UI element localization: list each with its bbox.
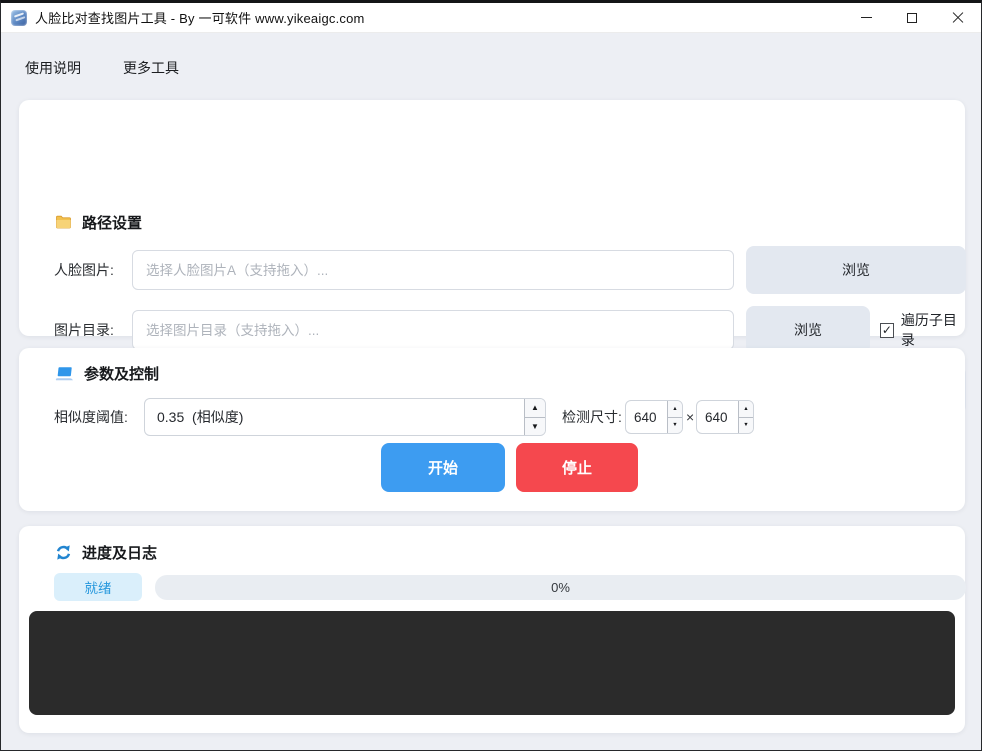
app-window: 人脸比对查找图片工具 - By 一可软件 www.yikeaigc.com 使用… (0, 0, 982, 751)
path-settings-card: 路径设置 人脸图片: 浏览 图片目录: 浏览 ✓ 遍历子目录 保存目录: 浏览 (19, 100, 965, 336)
minimize-icon (861, 17, 872, 18)
detect-width-input[interactable] (626, 401, 667, 433)
menu-item-more-tools[interactable]: 更多工具 (117, 56, 185, 80)
close-button[interactable] (935, 3, 981, 32)
similarity-threshold-label: 相似度阈值: (54, 398, 128, 436)
status-badge: 就绪 (54, 573, 142, 601)
detect-height-spin-buttons: ▲ ▼ (738, 401, 753, 433)
similarity-input[interactable] (145, 399, 524, 435)
params-control-card: 参数及控制 相似度阈值: ▲ ▼ 检测尺寸: ▲ ▼ × ▲ ▼ (19, 348, 965, 511)
progress-header: 进度及日志 (55, 542, 157, 563)
title-bar: 人脸比对查找图片工具 - By 一可软件 www.yikeaigc.com (1, 3, 981, 33)
face-image-label: 人脸图片: (54, 250, 114, 290)
progress-title: 进度及日志 (82, 542, 157, 563)
browse-face-image-button[interactable]: 浏览 (746, 246, 966, 294)
detect-width-spin-buttons: ▲ ▼ (667, 401, 682, 433)
detect-width-spinbox: ▲ ▼ (625, 400, 683, 434)
similarity-spinbox: ▲ ▼ (144, 398, 546, 436)
similarity-spin-buttons: ▲ ▼ (524, 399, 545, 435)
size-separator: × (686, 399, 694, 435)
close-icon (952, 12, 964, 24)
detect-height-spin-down-button[interactable]: ▼ (739, 417, 753, 434)
checkbox-check-icon: ✓ (880, 323, 894, 338)
detect-width-spin-down-button[interactable]: ▼ (668, 417, 682, 434)
detect-height-spin-up-button[interactable]: ▲ (739, 401, 753, 417)
detect-height-spinbox: ▲ ▼ (696, 400, 754, 434)
window-controls (843, 3, 981, 32)
image-dir-input[interactable] (132, 310, 734, 350)
similarity-spin-up-button[interactable]: ▲ (525, 399, 545, 417)
progress-percent: 0% (551, 580, 570, 595)
sync-icon (55, 544, 72, 561)
app-icon (11, 10, 27, 26)
path-settings-header: 路径设置 (55, 212, 142, 233)
window-title: 人脸比对查找图片工具 - By 一可软件 www.yikeaigc.com (35, 8, 365, 27)
similarity-spin-down-button[interactable]: ▼ (525, 417, 545, 436)
maximize-button[interactable] (889, 3, 935, 32)
progress-log-card: 进度及日志 就绪 0% (19, 526, 965, 733)
path-settings-title: 路径设置 (82, 212, 142, 233)
maximize-icon (907, 13, 917, 23)
params-header: 参数及控制 (55, 363, 159, 384)
browse-image-dir-button[interactable]: 浏览 (746, 306, 870, 354)
traverse-subdirs-checkbox[interactable]: ✓ 遍历子目录 (880, 306, 965, 354)
laptop-icon (55, 366, 74, 382)
image-dir-label: 图片目录: (54, 310, 114, 350)
detect-width-spin-up-button[interactable]: ▲ (668, 401, 682, 417)
params-title: 参数及控制 (84, 363, 159, 384)
face-image-input[interactable] (132, 250, 734, 290)
folder-icon (55, 214, 72, 231)
detect-size-label: 检测尺寸: (562, 399, 622, 435)
stop-button[interactable]: 停止 (516, 443, 638, 492)
detect-height-input[interactable] (697, 401, 738, 433)
minimize-button[interactable] (843, 3, 889, 32)
start-button[interactable]: 开始 (381, 443, 505, 492)
menu-item-usage-help[interactable]: 使用说明 (19, 56, 87, 80)
log-output-area[interactable] (29, 611, 955, 715)
traverse-subdirs-label: 遍历子目录 (901, 310, 965, 350)
progress-bar: 0% (155, 575, 966, 600)
menu-bar: 使用说明 更多工具 (19, 56, 185, 80)
